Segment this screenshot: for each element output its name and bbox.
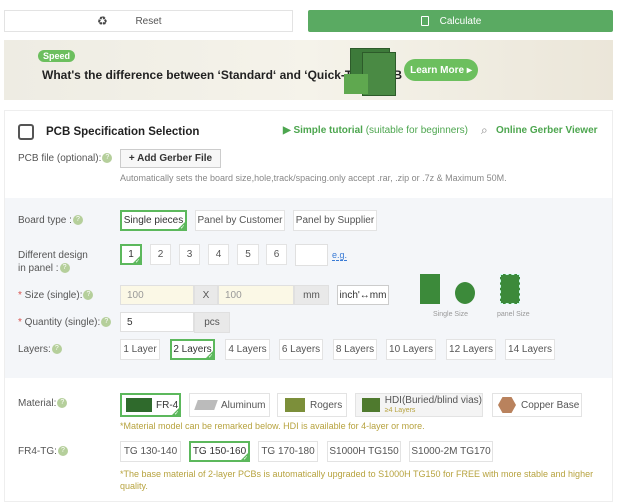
copper-hexagon-icon <box>498 397 516 413</box>
speed-badge: Speed <box>38 50 76 62</box>
size-x-separator: X <box>194 285 218 305</box>
quantity-label: * Quantity (single):? <box>18 317 112 328</box>
tg-note-line2: quality. <box>120 481 148 491</box>
material-aluminum[interactable]: Aluminum <box>189 393 270 417</box>
layers-label: Layers:? <box>18 344 62 355</box>
design-option-6[interactable]: 6 <box>266 244 287 265</box>
aluminum-icon <box>194 400 218 410</box>
tg-option-s1000-2m[interactable]: S1000-2M TG170 <box>409 441 493 462</box>
design-option-3[interactable]: 3 <box>179 244 200 265</box>
size-unit: mm <box>294 285 329 305</box>
tg-option-150[interactable]: TG 150-160 <box>189 441 250 462</box>
layer-option-6[interactable]: 6 Layers <box>279 339 323 360</box>
recycle-icon: ♻ <box>97 14 108 28</box>
learn-more-button[interactable]: Learn More ▸ <box>404 59 478 81</box>
help-icon: ? <box>57 398 68 409</box>
layer-option-4[interactable]: 4 Layers <box>225 339 270 360</box>
simple-tutorial-link[interactable]: ▶ Simple tutorial (suitable for beginner… <box>283 125 468 136</box>
gerber-viewer-link[interactable]: Online Gerber Viewer <box>496 125 598 136</box>
reset-button[interactable]: ♻ Reset <box>4 10 293 32</box>
layer-option-10[interactable]: 10 Layers <box>386 339 436 360</box>
layer-option-1[interactable]: 1 Layer <box>120 339 160 360</box>
gerber-hint: Automatically sets the board size,hole,t… <box>120 173 507 183</box>
design-custom-input[interactable] <box>295 244 328 266</box>
layers-stack-icon <box>18 124 34 140</box>
tutorial-note: (suitable for beginners) <box>362 125 468 136</box>
search-icon: ⌕ <box>481 123 488 137</box>
layer-option-14[interactable]: 14 Layers <box>505 339 555 360</box>
panel-board-image <box>500 274 520 304</box>
layer-option-8[interactable]: 8 Layers <box>333 339 377 360</box>
fr4-board-icon <box>126 398 152 412</box>
layer-option-2[interactable]: 2 Layers <box>170 339 215 360</box>
material-copper-base[interactable]: Copper Base <box>492 393 582 417</box>
tg-option-130[interactable]: TG 130-140 <box>120 441 181 462</box>
single-size-caption: Single Size <box>433 311 469 318</box>
design-label: Different design in panel :? <box>18 250 88 274</box>
pcb-file-label: PCB file (optional):? <box>18 153 113 164</box>
tg-option-170[interactable]: TG 170-180 <box>258 441 318 462</box>
size-height-input[interactable]: 100 <box>218 285 294 305</box>
tg-option-s1000h[interactable]: S1000H TG150 <box>327 441 401 462</box>
section-title: PCB Specification Selection <box>46 126 200 138</box>
material-rogers[interactable]: Rogers <box>277 393 347 417</box>
material-label: Material:? <box>18 398 68 409</box>
board-type-single[interactable]: Single pieces <box>120 210 187 231</box>
size-label: * Size (single):? <box>18 290 94 301</box>
calculate-button[interactable]: Calculate <box>308 10 613 32</box>
board-type-panel-supplier[interactable]: Panel by Supplier <box>293 210 377 231</box>
round-board-image <box>455 282 475 304</box>
help-icon: ? <box>59 263 70 274</box>
board-type-panel-customer[interactable]: Panel by Customer <box>195 210 285 231</box>
pcb-boards-image <box>344 46 400 96</box>
quantity-input[interactable]: 5 <box>120 312 194 332</box>
promo-banner[interactable]: Speed What's the difference between ‘Sta… <box>4 40 613 100</box>
help-icon: ? <box>102 153 113 164</box>
layer-option-12[interactable]: 12 Layers <box>446 339 496 360</box>
hdi-board-icon <box>362 398 380 412</box>
tg-note-line1: *The base material of 2-layer PCBs is au… <box>120 469 594 479</box>
fr4-tg-label: FR4-TG:? <box>18 446 68 457</box>
reset-label: Reset <box>135 15 162 27</box>
panel-size-caption: panel Size <box>497 311 530 318</box>
rogers-board-icon <box>285 398 305 412</box>
design-option-5[interactable]: 5 <box>237 244 259 265</box>
board-type-label: Board type :? <box>18 215 83 226</box>
add-gerber-button[interactable]: + Add Gerber File <box>120 149 221 168</box>
unit-toggle-button[interactable]: inch'↔mm <box>337 285 389 305</box>
material-hdi[interactable]: HDI(Buried/blind vias) ≥4 Layers <box>355 393 483 417</box>
help-icon: ? <box>57 446 68 457</box>
design-option-1[interactable]: 1 <box>120 244 142 265</box>
example-link[interactable]: e.g. <box>332 250 348 261</box>
size-width-input[interactable]: 100 <box>120 285 194 305</box>
design-option-4[interactable]: 4 <box>208 244 229 265</box>
single-board-image <box>420 274 440 304</box>
quantity-unit: pcs <box>194 312 230 333</box>
calculate-label: Calculate <box>439 15 482 27</box>
design-option-2[interactable]: 2 <box>150 244 171 265</box>
calculator-icon <box>421 16 429 26</box>
material-fr4[interactable]: FR-4 <box>120 393 181 417</box>
help-icon: ? <box>101 317 112 328</box>
help-icon: ? <box>51 344 62 355</box>
tutorial-label: ▶ Simple tutorial <box>283 125 363 136</box>
material-note: *Material model can be remarked below. H… <box>120 421 425 431</box>
help-icon: ? <box>83 290 94 301</box>
help-icon: ? <box>72 215 83 226</box>
